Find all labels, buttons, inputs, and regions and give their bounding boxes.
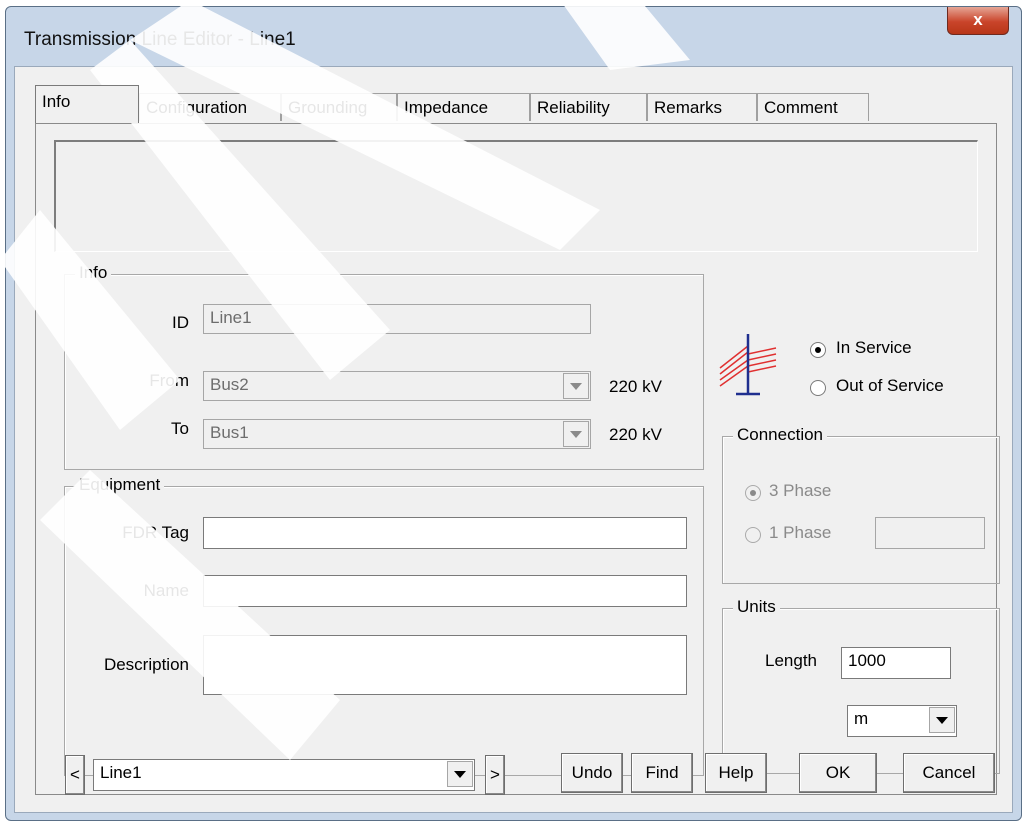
info-group: Info ID Line1 From Bus2 220 kV To Bus1 2… [64, 263, 704, 470]
one-phase-radio[interactable] [745, 527, 761, 543]
one-phase-label: 1 Phase [769, 523, 832, 542]
id-field[interactable]: Line1 [203, 304, 591, 334]
find-button[interactable]: Find [631, 753, 693, 793]
description-field[interactable] [203, 635, 687, 695]
title-bar[interactable]: Transmission Line Editor - Line1 x [6, 7, 1021, 67]
length-field[interactable]: 1000 [841, 647, 951, 679]
tab-reliability[interactable]: Reliability [530, 93, 647, 121]
fdr-tag-field[interactable] [203, 517, 687, 549]
three-phase-label: 3 Phase [769, 481, 832, 500]
window-title: Transmission Line Editor - Line1 [24, 29, 296, 50]
chevron-down-icon [454, 770, 466, 778]
name-label: Name [143, 581, 189, 600]
from-label: From [149, 371, 189, 390]
to-bus-combo[interactable]: Bus1 [203, 419, 591, 449]
from-dropdown-button[interactable] [563, 373, 589, 399]
header-display-area [54, 140, 978, 252]
connection-group: Connection 3 Phase 1 Phase [722, 425, 1000, 584]
ok-button[interactable]: OK [799, 753, 877, 793]
units-group-legend: Units [733, 597, 780, 617]
connection-group-legend: Connection [733, 425, 828, 445]
line-selector-value: Line1 [100, 763, 142, 782]
in-service-radio[interactable] [810, 342, 826, 358]
equipment-group: Equipment FDR Tag Name Description [64, 475, 704, 776]
one-phase-field[interactable] [875, 517, 985, 549]
fdr-tag-label: FDR Tag [122, 523, 189, 542]
info-group-legend: Info [75, 263, 112, 283]
from-bus-value: Bus2 [210, 375, 249, 394]
line-selector-dropdown-button[interactable] [447, 761, 473, 787]
description-label: Description [103, 655, 189, 674]
chevron-down-icon [570, 430, 582, 438]
length-label: Length [765, 651, 817, 670]
from-kv: 220 kV [609, 377, 662, 396]
unit-value: m [854, 709, 869, 728]
help-button[interactable]: Help [705, 753, 767, 793]
in-service-label: In Service [836, 338, 912, 357]
chevron-down-icon [570, 382, 582, 390]
undo-button[interactable]: Undo [561, 753, 623, 793]
tab-info[interactable]: Info [35, 85, 139, 123]
close-button[interactable]: x [947, 7, 1009, 35]
previous-button[interactable]: < [65, 755, 85, 795]
three-phase-radio[interactable] [745, 485, 761, 501]
to-dropdown-button[interactable] [563, 421, 589, 447]
unit-select[interactable]: m [847, 705, 957, 737]
out-of-service-label: Out of Service [836, 376, 944, 395]
editor-window: Transmission Line Editor - Line1 x Info … [5, 6, 1022, 821]
unit-dropdown-button[interactable] [929, 707, 955, 733]
chevron-down-icon [936, 716, 948, 724]
to-label: To [171, 419, 189, 438]
transmission-tower-icon [718, 330, 778, 400]
tab-impedance[interactable]: Impedance [397, 93, 530, 121]
to-bus-value: Bus1 [210, 423, 249, 442]
tab-grounding[interactable]: Grounding [281, 93, 397, 121]
to-kv: 220 kV [609, 425, 662, 444]
tab-comment[interactable]: Comment [757, 93, 869, 121]
tab-configuration[interactable]: Configuration [139, 93, 281, 121]
next-button[interactable]: > [485, 755, 505, 795]
tab-remarks[interactable]: Remarks [647, 93, 757, 121]
units-group: Units Length 1000 m [722, 597, 1000, 774]
equipment-group-legend: Equipment [75, 475, 165, 495]
info-tab-panel: Info ID Line1 From Bus2 220 kV To Bus1 2… [35, 123, 1000, 795]
cancel-button[interactable]: Cancel [903, 753, 995, 793]
name-field[interactable] [203, 575, 687, 607]
id-label: ID [172, 313, 189, 332]
dialog-client: Info Configuration Grounding Impedance R… [14, 66, 1013, 813]
out-of-service-radio[interactable] [810, 380, 826, 396]
line-selector-combo[interactable]: Line1 [93, 759, 475, 791]
from-bus-combo[interactable]: Bus2 [203, 371, 591, 401]
